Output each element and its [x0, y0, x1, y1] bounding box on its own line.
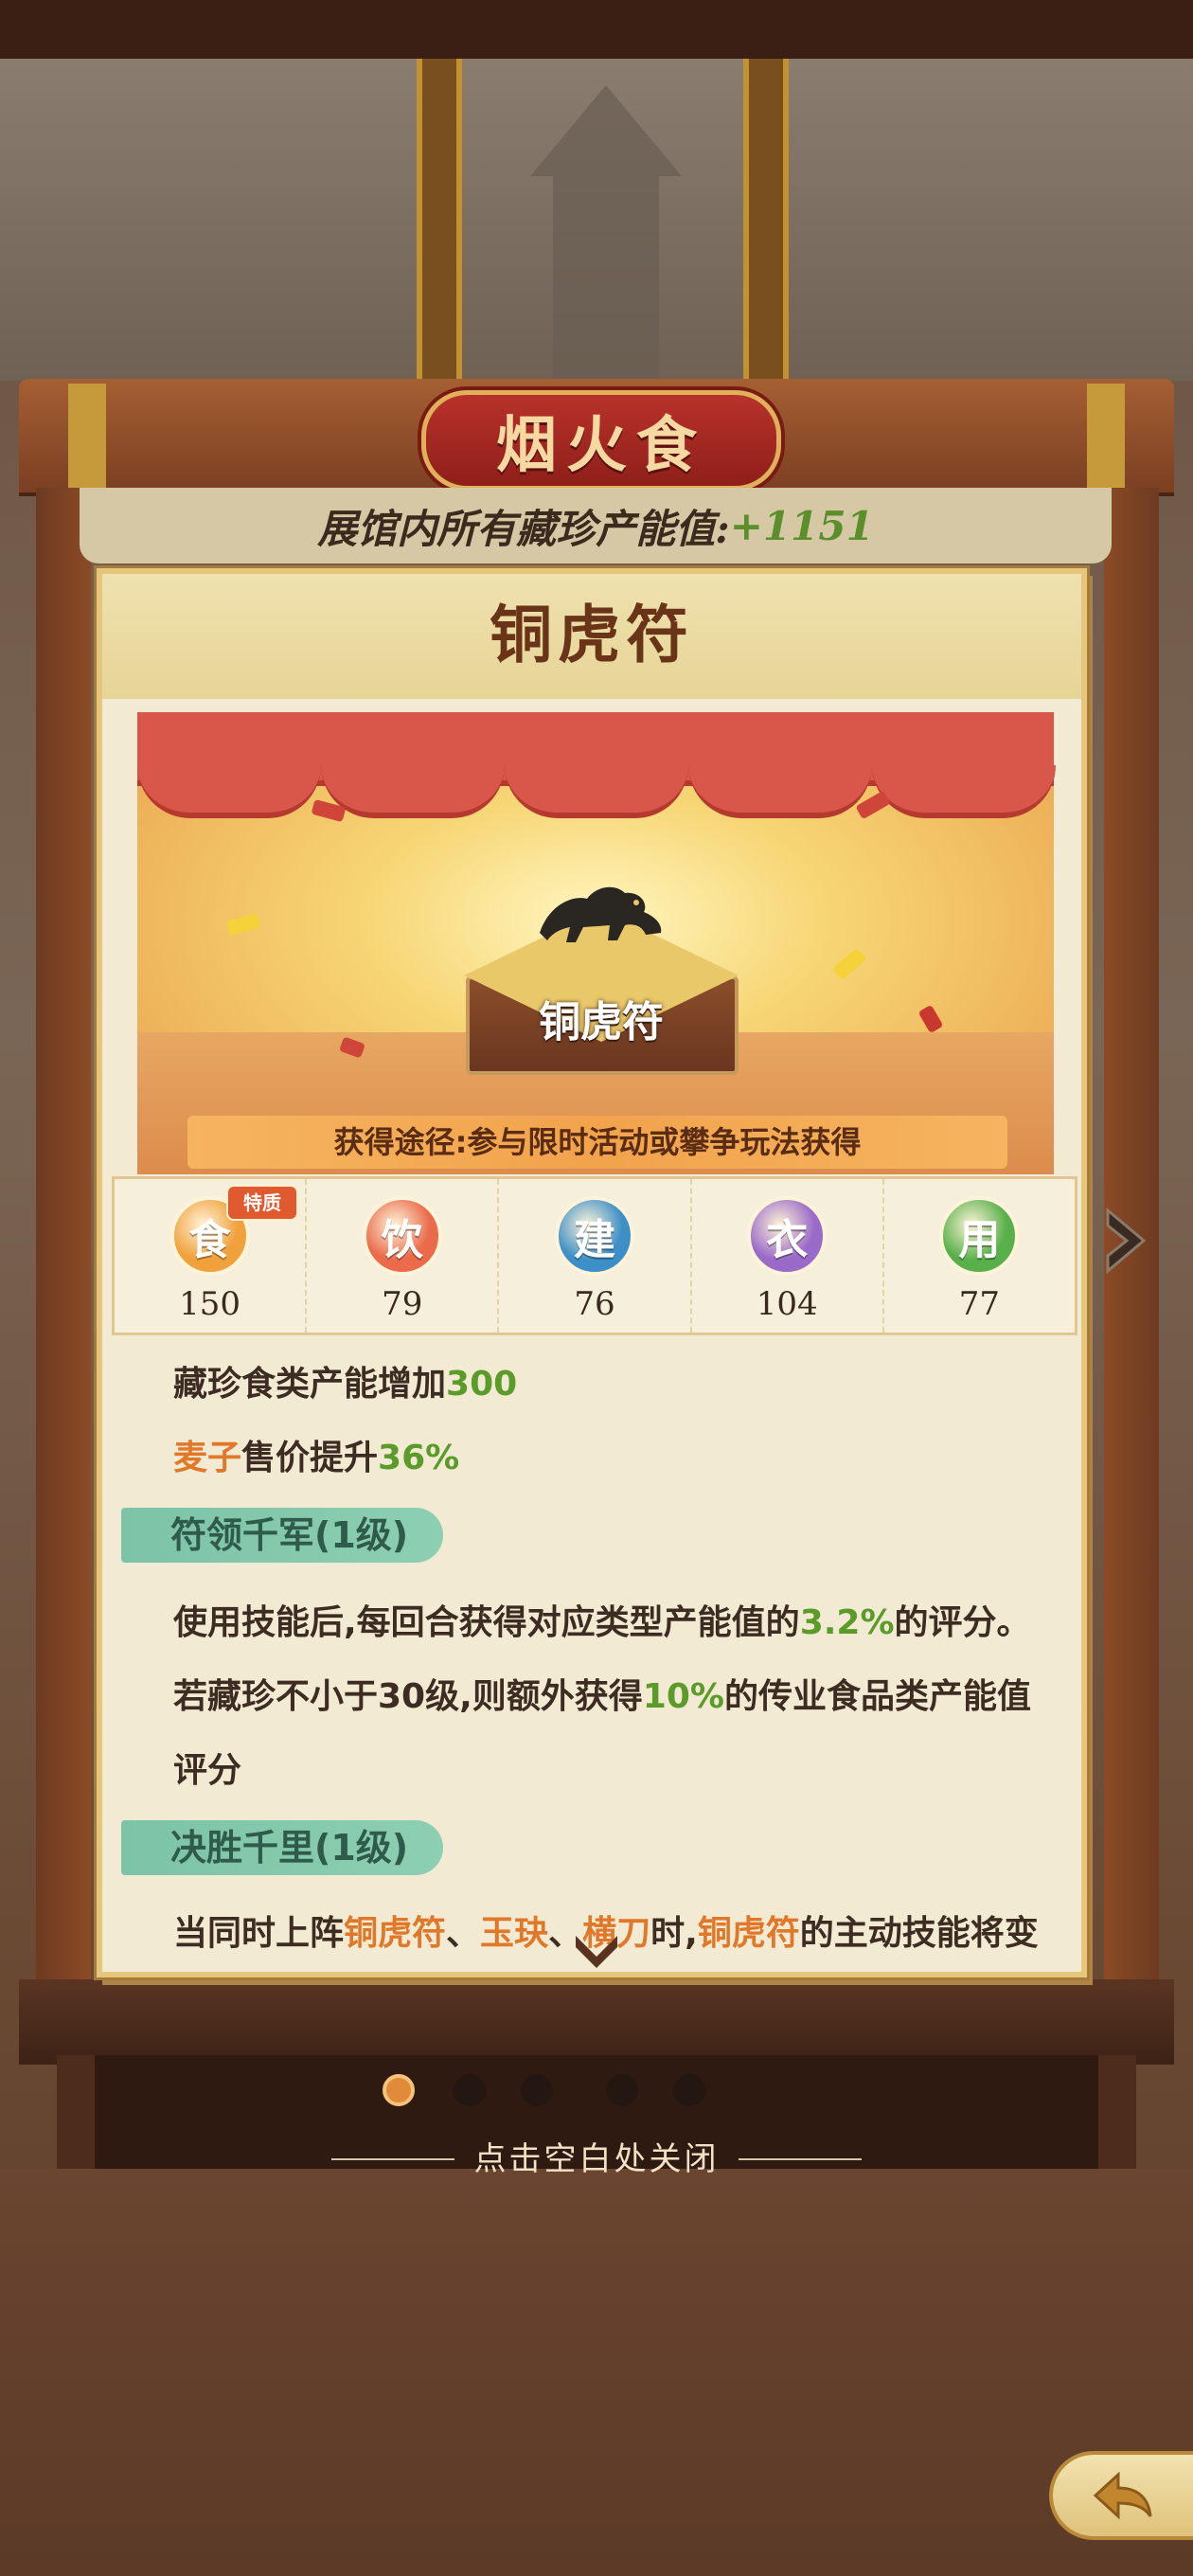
effect-line-price: 麦子售价提升36% — [173, 1430, 459, 1479]
stat-value: 104 — [756, 1285, 818, 1323]
skill-text: 使用技能后,每回合获得对应类型产能值的 — [173, 1603, 800, 1642]
scroll-down-icon[interactable] — [570, 1928, 623, 1972]
effect-value: 36% — [378, 1439, 460, 1477]
skill-1-line-2: 若藏珍不小于30级,则额外获得10%的传业食品类产能值 — [173, 1669, 1031, 1718]
back-icon — [1093, 2471, 1152, 2520]
skill-text: 的评分。 — [894, 1603, 1031, 1642]
next-page-icon[interactable] — [1098, 1203, 1155, 1279]
stat-value: 77 — [958, 1285, 1001, 1323]
effect-value: 300 — [446, 1365, 518, 1404]
skill-item: 铜虎符 — [344, 1914, 447, 1953]
curtain-scallop — [872, 765, 1056, 818]
effect-text: 售价提升 — [241, 1439, 379, 1477]
page-dot[interactable] — [521, 2074, 553, 2106]
floor — [0, 2169, 1193, 2576]
stat-value: 79 — [382, 1285, 423, 1323]
stat-utility[interactable]: 用 77 — [884, 1179, 1075, 1333]
close-hint[interactable]: 点击空白处关闭 — [454, 2136, 739, 2183]
special-trait-tag: 特质 — [226, 1185, 298, 1221]
skill-1-line-1: 使用技能后,每回合获得对应类型产能值的3.2%的评分。 — [173, 1595, 1031, 1644]
cabinet-bottom — [19, 1979, 1174, 2065]
skill-value: 3.2% — [799, 1603, 895, 1642]
stat-value: 76 — [574, 1285, 615, 1323]
capacity-label: 展馆内所有藏珍产能值: — [317, 505, 730, 552]
skill-item: 玉玦 — [480, 1914, 549, 1953]
cabinet-trim-right — [1087, 384, 1125, 492]
drink-badge-icon: 饮 — [362, 1196, 442, 1276]
skill-text: 、 — [446, 1914, 481, 1953]
stat-value: 150 — [179, 1285, 241, 1323]
page-dot[interactable] — [606, 2074, 638, 2106]
effect-text: 藏珍食类产能增加 — [173, 1365, 447, 1404]
relic-title: 铜虎符 — [490, 598, 694, 671]
skill-text: 当同时上阵 — [173, 1914, 345, 1953]
back-button[interactable] — [1049, 2451, 1193, 2540]
skill-text: 的传业食品类产能值 — [723, 1677, 1031, 1716]
skill-tag-1: 符领千军(1级) — [121, 1508, 443, 1563]
pillar-left — [417, 59, 462, 381]
page-dot[interactable] — [454, 2074, 486, 2106]
skill-value: 10% — [642, 1677, 724, 1716]
skill-text: 若藏珍不小于30级,则额外获得 — [173, 1677, 643, 1716]
skill-item: 铜虎符 — [697, 1914, 800, 1953]
stat-food[interactable]: 食 特质 150 — [115, 1179, 308, 1333]
hall-title-plaque: 烟火食 — [421, 390, 781, 491]
capacity-banner: 展馆内所有藏珍产能值: +1151 — [80, 488, 1112, 564]
attribute-stat-row: 食 特质 150 饮 79 建 76 衣 104 用 77 — [112, 1176, 1077, 1335]
top-band — [0, 0, 1193, 63]
skill-text: 的主动技能将变 — [799, 1914, 1039, 1953]
skill-tag-2: 决胜千里(1级) — [121, 1820, 443, 1875]
divider-right — [739, 2158, 862, 2160]
effect-item: 麦子 — [173, 1439, 242, 1477]
stat-drink[interactable]: 饮 79 — [307, 1179, 500, 1333]
acquisition-source: 获得途径:参与限时活动或攀争玩法获得 — [187, 1116, 1007, 1169]
utility-badge-icon: 用 — [939, 1196, 1020, 1276]
stat-clothing[interactable]: 衣 104 — [692, 1179, 884, 1333]
curtain-scallop — [505, 765, 688, 818]
page-dot[interactable] — [673, 2074, 705, 2106]
divider-left — [331, 2158, 454, 2160]
stage-relic-name: 铜虎符 — [539, 998, 664, 1046]
build-badge-icon: 建 — [555, 1196, 634, 1276]
curtain-scallop — [321, 765, 505, 818]
hall-title: 烟火食 — [496, 410, 706, 481]
effect-line-capacity: 藏珍食类产能增加300 — [173, 1356, 517, 1405]
skill-1-line-3: 评分 — [173, 1751, 242, 1790]
curtain-scallop — [137, 765, 321, 818]
cabinet-trim-left — [68, 384, 106, 492]
stat-build[interactable]: 建 76 — [499, 1179, 692, 1333]
clothing-badge-icon: 衣 — [747, 1196, 828, 1276]
page-dot-active[interactable] — [383, 2074, 415, 2106]
tiger-relic-icon — [540, 886, 662, 942]
capacity-value: +1151 — [729, 502, 874, 549]
pillar-right — [743, 59, 789, 381]
cabinet-side-left — [36, 488, 91, 2003]
curtain-scallop — [688, 765, 872, 818]
skill-text: 时, — [650, 1914, 698, 1953]
